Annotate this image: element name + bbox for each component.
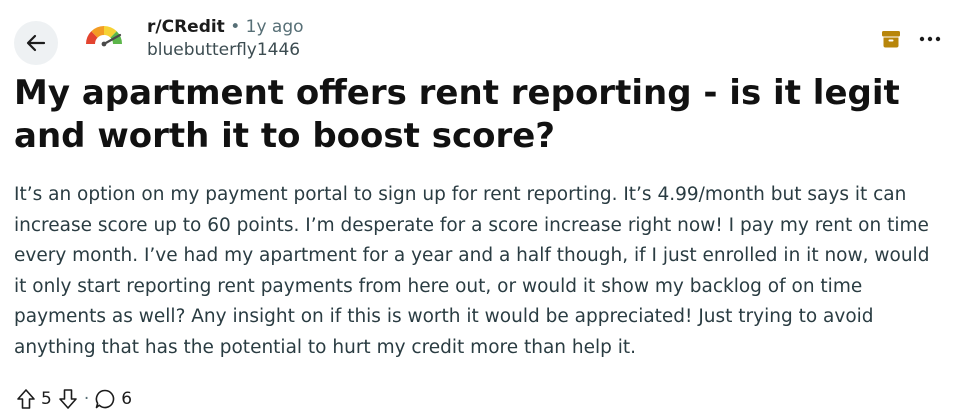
author-link[interactable]: bluebutterfly1446 [147,39,300,61]
back-button[interactable] [14,21,58,65]
meta-separator: • [230,17,241,37]
subreddit-link[interactable]: r/CRedit [147,17,225,37]
downvote-arrow-icon [59,389,77,409]
vote-score: 5 [41,389,52,409]
post-meta: r/CRedit • 1y ago [147,16,304,38]
post-header: r/CRedit • 1y ago bluebutterfly1446 [14,12,944,65]
more-horizontal-icon[interactable] [918,28,942,50]
actions-separator: · [83,389,90,409]
arrow-left-icon [26,34,46,52]
comments-button[interactable]: 6 [94,388,132,410]
post-body: It’s an option on my payment portal to s… [14,184,930,358]
post-actions: 5 · 6 [14,386,132,412]
post-title[interactable]: My apartment offers rent reporting - is … [14,72,944,158]
comment-count: 6 [121,389,133,409]
comment-bubble-icon [95,389,115,409]
upvote-button[interactable] [14,387,38,411]
credit-gauge-icon[interactable] [76,14,132,50]
upvote-arrow-icon [17,389,35,409]
post-age: 1y ago [245,17,304,37]
archive-icon[interactable] [880,28,902,50]
downvote-button[interactable] [56,387,80,411]
